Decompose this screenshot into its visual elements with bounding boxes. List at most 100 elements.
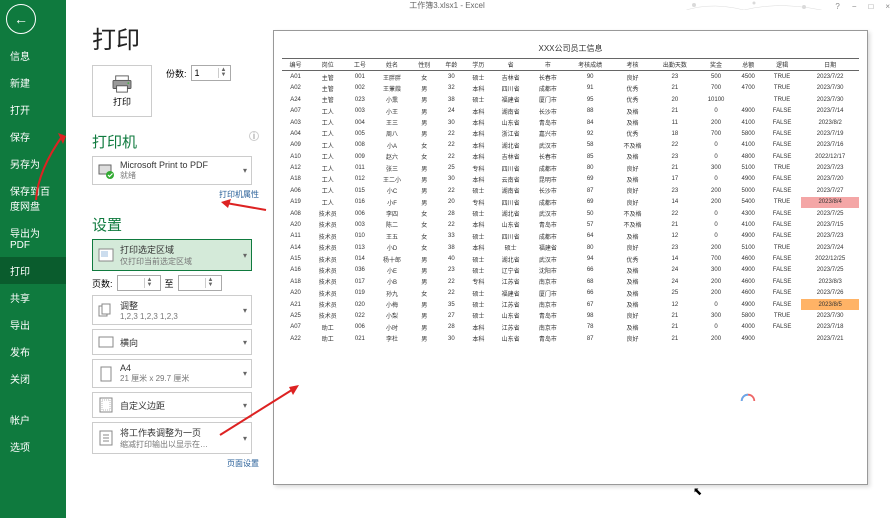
printer-status-icon — [97, 162, 115, 180]
chevron-down-icon: ▾ — [243, 251, 247, 260]
column-header: 编号 — [282, 59, 309, 71]
table-row: A06工人015小C男22硕士湖南省长沙市87良好232005000FALSE2… — [282, 185, 859, 196]
table-row: A03工人004王三男30本科山东省青岛市84及格112004100FALSE2… — [282, 117, 859, 128]
copies-label: 份数: — [166, 67, 187, 80]
table-row: A12工人011张三男25专科四川省成都市80良好213005100TRUE20… — [282, 162, 859, 173]
sidebar-item[interactable]: 打印 — [0, 257, 66, 284]
sidebar-item[interactable]: 导出为PDF — [0, 219, 66, 257]
table-row: A04工人005周八男22本科浙江省嘉兴市92优秀187005800FALSE2… — [282, 128, 859, 139]
table-row: A18工人012王二小男30本科云南省昆明市69及格1704900FALSE20… — [282, 174, 859, 185]
back-button[interactable]: ← — [6, 4, 36, 34]
printer-status: 就绪 — [120, 170, 247, 181]
sidebar-item[interactable]: 共享 — [0, 284, 66, 311]
column-header: 省 — [492, 59, 529, 71]
printer-heading: 打印机 — [92, 134, 137, 151]
collate-select[interactable]: 调整1,2,3 1,2,3 1,2,3 ▾ — [92, 295, 252, 325]
column-header: 考核成绩 — [566, 59, 613, 71]
backstage-sidebar: ← 信息新建打开保存另存为保存到百度网盘导出为PDF打印共享导出发布关闭帐户选项 — [0, 0, 66, 518]
table-row: A08技术员006李四女28硕士湖北省武汉市50不及格2204300FALSE2… — [282, 208, 859, 219]
collate-icon — [97, 301, 115, 319]
settings-heading: 设置 — [92, 214, 263, 235]
window-title: 工作簿3.xlsx1 - Excel — [409, 1, 485, 10]
document-title: XXX公司员工信息 — [282, 43, 859, 54]
sidebar-item[interactable]: 打开 — [0, 96, 66, 123]
data-table: 编号岗位工号姓名性别年龄学历省市考核成绩考核出勤天数奖金总额逻辑日期 A01主管… — [282, 58, 859, 344]
page-title: 打印 — [92, 20, 263, 55]
info-icon[interactable]: i — [249, 131, 259, 141]
column-header: 工号 — [346, 59, 373, 71]
page-icon — [97, 365, 115, 383]
page-from-input[interactable]: ▲▼ — [117, 275, 161, 291]
column-header: 姓名 — [373, 59, 410, 71]
back-arrow-icon: ← — [14, 11, 28, 27]
chevron-down-icon: ▾ — [243, 369, 247, 378]
sidebar-item[interactable] — [0, 392, 66, 406]
sidebar-item[interactable]: 导出 — [0, 311, 66, 338]
table-row: A24主管023小熏男38硕士福建省厦门市95优秀2010100TRUE2023… — [282, 94, 859, 105]
column-header: 年龄 — [438, 59, 465, 71]
sidebar-item[interactable]: 保存到百度网盘 — [0, 177, 66, 219]
column-header: 日期 — [801, 59, 859, 71]
paper-size-select[interactable]: A421 厘米 x 29.7 厘米 ▾ — [92, 359, 252, 388]
chevron-down-icon: ▾ — [243, 338, 247, 347]
table-row: A19工人016小F男20专科四川省成都市69良好142005400TRUE20… — [282, 197, 859, 208]
table-row: A21技术员020小梅男35硕士江苏省南京市67及格1204900FALSE20… — [282, 299, 859, 310]
margins-select[interactable]: 自定义边距 ▾ — [92, 392, 252, 418]
column-header: 学历 — [465, 59, 492, 71]
sidebar-item[interactable]: 关闭 — [0, 365, 66, 392]
table-row: A15技术员014杨十郎男40硕士湖北省武汉市94优秀147004600FALS… — [282, 253, 859, 264]
chevron-down-icon: ▾ — [243, 434, 247, 443]
chevron-down-icon: ▾ — [243, 166, 247, 175]
column-header: 考核 — [614, 59, 651, 71]
copies-input[interactable]: ▲▼ — [191, 65, 231, 81]
sidebar-item[interactable]: 新建 — [0, 69, 66, 96]
chevron-down-icon: ▾ — [243, 401, 247, 410]
sidebar-item[interactable]: 帐户 — [0, 406, 66, 433]
pages-to-label: 至 — [165, 277, 174, 290]
table-row: A25技术员022小梨男27硕士山东省青岛市98良好213005800TRUE2… — [282, 310, 859, 321]
margins-icon — [97, 396, 115, 414]
table-row: A22助工021李杜男30本科山东省青岛市87良好2120049002023/7… — [282, 333, 859, 344]
print-what-select[interactable]: 打印选定区域仅打印当前选定区域 ▾ — [92, 239, 252, 271]
scaling-select[interactable]: 将工作表调整为一页缩减打印输出以显示在… ▾ — [92, 422, 252, 454]
table-row: A11技术员010王五女33硕士四川省成都市64及格1204900FALSE20… — [282, 231, 859, 242]
pages-label: 页数: — [92, 277, 113, 290]
printer-name: Microsoft Print to PDF — [120, 160, 247, 170]
sidebar-item[interactable]: 保存 — [0, 123, 66, 150]
table-row: A20技术员019孙九女22硕士福建省厦门市66及格252004600FALSE… — [282, 288, 859, 299]
cursor-icon: ⬉ — [693, 485, 702, 498]
table-row: A09工人008小A女22本科湖北省武汉市58不及格2204100FALSE20… — [282, 140, 859, 151]
fit-icon — [97, 429, 115, 447]
orientation-select[interactable]: 横向 ▾ — [92, 329, 252, 355]
selection-icon — [97, 246, 115, 264]
sidebar-item[interactable]: 另存为 — [0, 150, 66, 177]
preview-page: XXX公司员工信息 编号岗位工号姓名性别年龄学历省市考核成绩考核出勤天数奖金总额… — [273, 30, 868, 485]
table-row: A02主管002王蒹葭男32本科四川省成都市91优秀217004700TRUE2… — [282, 83, 859, 94]
page-setup-link[interactable]: 页面设置 — [92, 458, 259, 469]
landscape-icon — [97, 333, 115, 351]
printer-icon — [111, 75, 133, 93]
table-row: A07助工006小时男28本科江苏省南京市78及格2104000FALSE202… — [282, 322, 859, 333]
table-row: A16技术员036小E男23硕士辽宁省沈阳市66及格243004900FALSE… — [282, 265, 859, 276]
column-header: 性别 — [411, 59, 438, 71]
table-row: A01主管001王胖胖女30硕士吉林省长春市90良好235004500TRUE2… — [282, 71, 859, 83]
printer-properties-link[interactable]: 打印机属性 — [92, 189, 259, 200]
print-button[interactable]: 打印 — [92, 65, 152, 117]
column-header: 总额 — [734, 59, 763, 71]
column-header: 市 — [529, 59, 566, 71]
column-header: 出勤天数 — [651, 59, 698, 71]
table-row: A07工人003小王男24本科湖南省长沙市88及格2104900FALSE202… — [282, 106, 859, 117]
table-row: A20技术员003陈二女22本科山东省青岛市57不及格2104100FALSE2… — [282, 219, 859, 230]
loading-spinner-icon — [739, 392, 757, 402]
print-button-label: 打印 — [113, 95, 131, 108]
sidebar-item[interactable]: 发布 — [0, 338, 66, 365]
column-header: 奖金 — [699, 59, 734, 71]
printer-select[interactable]: Microsoft Print to PDF就绪 ▾ — [92, 156, 252, 185]
sidebar-item[interactable]: 选项 — [0, 433, 66, 460]
page-to-input[interactable]: ▲▼ — [178, 275, 222, 291]
table-row: A18技术员017小B男22专科江苏省南京市68及格242004600FALSE… — [282, 276, 859, 287]
chevron-down-icon: ▾ — [243, 306, 247, 315]
column-header: 岗位 — [309, 59, 346, 71]
print-preview: XXX公司员工信息 编号岗位工号姓名性别年龄学历省市考核成绩考核出勤天数奖金总额… — [263, 10, 894, 518]
sidebar-item[interactable]: 信息 — [0, 42, 66, 69]
